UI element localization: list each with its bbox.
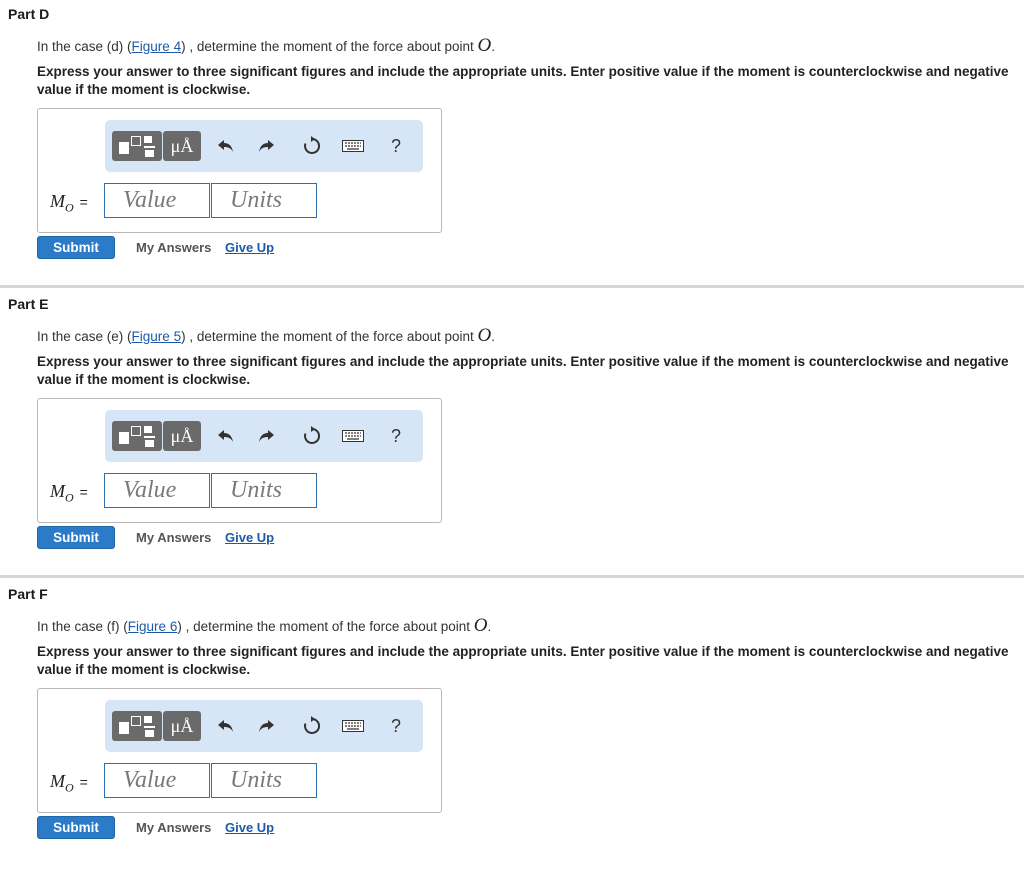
help-icon[interactable]: ? xyxy=(383,422,409,450)
give-up-link[interactable]: Give Up xyxy=(225,530,274,545)
question-prefix: In the case (f) ( xyxy=(37,619,128,634)
section-divider xyxy=(0,575,1024,578)
undo-icon[interactable] xyxy=(213,712,239,740)
math-toolbar: μÅ ? xyxy=(105,120,423,172)
label-main: M xyxy=(50,771,65,791)
units-input[interactable] xyxy=(211,473,317,508)
my-answers-link[interactable]: My Answers xyxy=(136,240,211,255)
undo-icon[interactable] xyxy=(213,132,239,160)
part-title: Part F xyxy=(8,586,48,602)
units-input[interactable] xyxy=(211,183,317,218)
label-sub: O xyxy=(65,200,74,215)
answer-box: μÅ ? MO = xyxy=(37,108,442,233)
question-end: . xyxy=(491,39,495,54)
answer-label: MO = xyxy=(50,481,88,506)
figure-link[interactable]: Figure 4 xyxy=(132,39,182,54)
give-up-link[interactable]: Give Up xyxy=(225,240,274,255)
figure-link[interactable]: Figure 5 xyxy=(132,329,182,344)
section-divider xyxy=(0,285,1024,288)
question-end: . xyxy=(487,619,492,634)
label-sub: O xyxy=(65,490,74,505)
label-main: M xyxy=(50,191,65,211)
reset-icon[interactable] xyxy=(299,712,325,740)
units-button[interactable]: μÅ xyxy=(163,421,201,451)
help-icon[interactable]: ? xyxy=(383,712,409,740)
label-eq: = xyxy=(79,774,88,790)
label-eq: = xyxy=(79,484,88,500)
part-title: Part D xyxy=(8,6,50,22)
point-symbol: O xyxy=(477,325,492,346)
question-text: In the case (e) (Figure 5) , determine t… xyxy=(37,325,495,347)
part-f-section: Part F In the case (f) (Figure 6) , dete… xyxy=(0,575,1024,870)
question-text: In the case (d) (Figure 4) , determine t… xyxy=(37,35,495,57)
keyboard-icon[interactable] xyxy=(340,712,366,740)
redo-icon[interactable] xyxy=(253,712,279,740)
value-input[interactable] xyxy=(104,183,210,218)
question-suffix: ) , determine the moment of the force ab… xyxy=(177,619,474,634)
answer-box: μÅ ? MO = xyxy=(37,398,442,523)
part-d-section: Part D In the case (d) (Figure 4) , dete… xyxy=(0,0,1024,290)
instructions: Express your answer to three significant… xyxy=(37,64,1009,97)
my-answers-link[interactable]: My Answers xyxy=(136,820,211,835)
units-button[interactable]: μÅ xyxy=(163,131,201,161)
answer-label: MO = xyxy=(50,771,88,796)
reset-icon[interactable] xyxy=(299,132,325,160)
instructions: Express your answer to three significant… xyxy=(37,354,1009,387)
submit-button[interactable]: Submit xyxy=(37,236,115,259)
templates-icon[interactable] xyxy=(112,711,162,741)
value-input[interactable] xyxy=(104,763,210,798)
keyboard-icon[interactable] xyxy=(340,422,366,450)
label-sub: O xyxy=(65,780,74,795)
figure-link[interactable]: Figure 6 xyxy=(128,619,178,634)
my-answers-link[interactable]: My Answers xyxy=(136,530,211,545)
units-button[interactable]: μÅ xyxy=(163,711,201,741)
redo-icon[interactable] xyxy=(253,422,279,450)
value-input[interactable] xyxy=(104,473,210,508)
point-symbol: O xyxy=(473,615,488,636)
question-suffix: ) , determine the moment of the force ab… xyxy=(181,39,478,54)
label-main: M xyxy=(50,481,65,501)
keyboard-icon[interactable] xyxy=(340,132,366,160)
redo-icon[interactable] xyxy=(253,132,279,160)
part-title: Part E xyxy=(8,296,49,312)
units-input[interactable] xyxy=(211,763,317,798)
part-e-section: Part E In the case (e) (Figure 5) , dete… xyxy=(0,285,1024,580)
templates-icon[interactable] xyxy=(112,131,162,161)
instructions: Express your answer to three significant… xyxy=(37,644,1009,677)
question-prefix: In the case (e) ( xyxy=(37,329,132,344)
answer-label: MO = xyxy=(50,191,88,216)
submit-button[interactable]: Submit xyxy=(37,526,115,549)
math-toolbar: μÅ ? xyxy=(105,700,423,752)
question-prefix: In the case (d) ( xyxy=(37,39,132,54)
templates-icon[interactable] xyxy=(112,421,162,451)
undo-icon[interactable] xyxy=(213,422,239,450)
math-toolbar: μÅ ? xyxy=(105,410,423,462)
question-end: . xyxy=(491,329,495,344)
help-icon[interactable]: ? xyxy=(383,132,409,160)
question-suffix: ) , determine the moment of the force ab… xyxy=(181,329,478,344)
answer-box: μÅ ? MO = xyxy=(37,688,442,813)
reset-icon[interactable] xyxy=(299,422,325,450)
give-up-link[interactable]: Give Up xyxy=(225,820,274,835)
label-eq: = xyxy=(79,194,88,210)
point-symbol: O xyxy=(477,35,492,56)
question-text: In the case (f) (Figure 6) , determine t… xyxy=(37,615,491,637)
submit-button[interactable]: Submit xyxy=(37,816,115,839)
